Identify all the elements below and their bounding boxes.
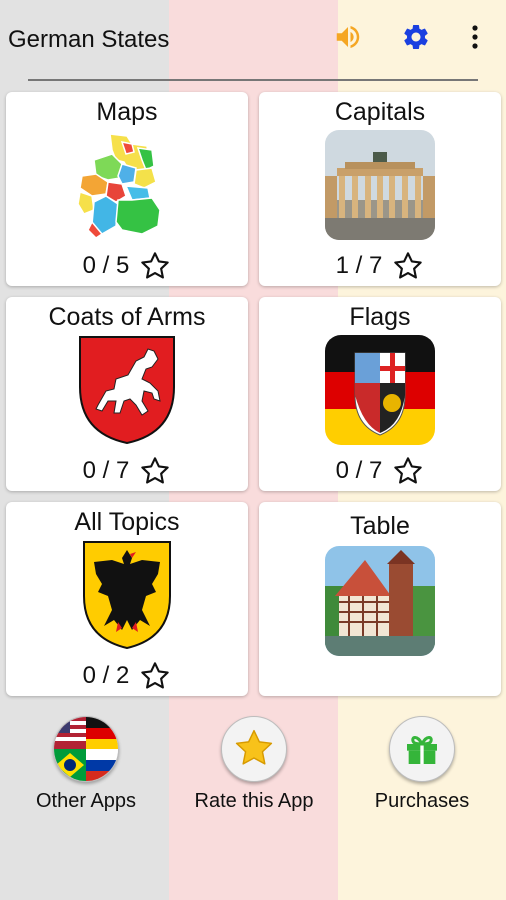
gear-icon [401,22,431,57]
card-score: 0 / 5 [6,250,248,282]
card-title: Coats of Arms [48,303,206,331]
app-bar-divider [28,79,478,81]
card-title: Flags [349,303,411,331]
gift-icon [389,716,455,782]
nuremberg-town-image [325,546,435,656]
overflow-menu-icon [470,24,480,55]
volume-icon [333,22,363,57]
other-apps-label: Other Apps [35,790,137,812]
card-score: 0 / 7 [259,455,501,487]
card-score: 0 / 7 [6,455,248,487]
saarland-flag-image [325,335,435,445]
score-text: 0 / 7 [82,457,130,484]
settings-button[interactable] [399,22,433,56]
purchases-label: Purchases [374,790,470,812]
german-eagle-coat-of-arms-image [72,540,182,650]
card-maps[interactable]: Maps 0 / 5 [6,92,248,286]
card-score: 0 / 2 [6,660,248,692]
other-apps-button[interactable]: Other Apps [6,712,166,822]
star-outline-icon [139,660,171,692]
card-title: Capitals [334,98,426,126]
purchases-button[interactable]: Purchases [342,712,502,822]
score-text: 0 / 2 [82,662,130,689]
card-title: All Topics [74,508,180,536]
brandenburg-gate-image [325,130,435,240]
star-outline-icon [392,250,424,282]
star-outline-icon [392,455,424,487]
card-flags[interactable]: Flags 0 / 7 [259,297,501,491]
card-coats-of-arms[interactable]: Coats of Arms 0 / 7 [6,297,248,491]
card-title: Table [350,512,410,540]
score-text: 1 / 7 [335,252,383,279]
card-table[interactable]: Table [259,502,501,696]
app-title: German States [8,26,170,53]
card-score: 1 / 7 [259,250,501,282]
score-text: 0 / 5 [82,252,130,279]
overflow-menu-button[interactable] [458,22,492,56]
lower-saxony-coat-of-arms-image [72,335,182,445]
card-title: Maps [96,98,158,126]
app-bar: German States [0,0,506,80]
card-all-topics[interactable]: All Topics 0 / 2 [6,502,248,696]
sound-button[interactable] [331,22,365,56]
score-text: 0 / 7 [335,457,383,484]
card-capitals[interactable]: Capitals 1 / 7 [259,92,501,286]
rate-app-label: Rate this App [194,790,314,812]
star-outline-icon [139,455,171,487]
flags-globe-icon [53,716,119,782]
germany-map-image [72,130,182,240]
star-outline-icon [139,250,171,282]
star-filled-icon [221,716,287,782]
rate-app-button[interactable]: Rate this App [174,712,334,822]
